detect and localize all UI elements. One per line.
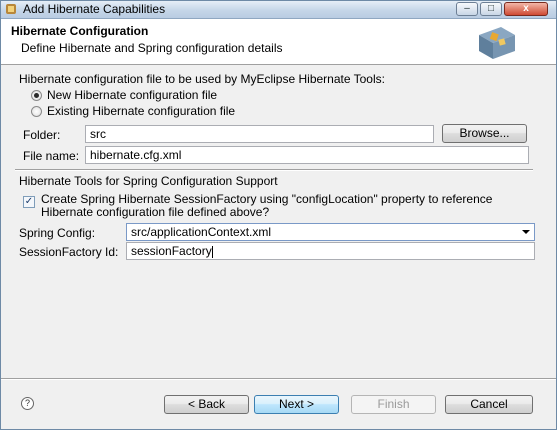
hibernate-app-icon (6, 4, 16, 14)
title-bar[interactable]: Add Hibernate Capabilities – □ x (1, 1, 556, 19)
wizard-window: Add Hibernate Capabilities – □ x Hiberna… (0, 0, 557, 430)
sessionfactory-id-label: SessionFactory Id: (19, 245, 119, 259)
spring-config-select[interactable]: src/applicationContext.xml (126, 223, 535, 241)
spring-config-label: Spring Config: (19, 226, 96, 240)
footer-divider (1, 378, 556, 380)
close-button[interactable]: x (504, 2, 548, 16)
window-title: Add Hibernate Capabilities (23, 2, 166, 16)
wizard-header: Hibernate Configuration Define Hibernate… (1, 19, 556, 65)
new-config-label[interactable]: New Hibernate configuration file (47, 88, 217, 102)
page-description: Define Hibernate and Spring configuratio… (21, 41, 283, 55)
existing-config-radio[interactable] (31, 106, 42, 117)
folder-input[interactable]: src (85, 125, 434, 143)
cancel-button[interactable]: Cancel (445, 395, 533, 414)
config-file-section-label: Hibernate configuration file to be used … (19, 72, 385, 86)
existing-config-label[interactable]: Existing Hibernate configuration file (47, 104, 235, 118)
spring-checkbox-label-line1[interactable]: Create Spring Hibernate SessionFactory u… (41, 192, 492, 206)
section-divider (15, 169, 533, 171)
spring-section-label: Hibernate Tools for Spring Configuration… (19, 174, 278, 188)
maximize-button[interactable]: □ (480, 2, 502, 16)
sessionfactory-id-value: sessionFactory (131, 244, 212, 258)
filename-label: File name: (23, 149, 80, 163)
text-cursor (211, 245, 213, 258)
next-button[interactable]: Next > (254, 395, 339, 414)
spring-checkbox-label-line2[interactable]: Hibernate configuration file defined abo… (41, 205, 269, 219)
folder-label: Folder: (23, 128, 61, 142)
filename-input[interactable]: hibernate.cfg.xml (85, 146, 529, 164)
back-button[interactable]: < Back (164, 395, 249, 414)
minimize-button[interactable]: – (456, 2, 478, 16)
spring-config-value: src/applicationContext.xml (131, 225, 272, 239)
wizard-banner-icon (479, 27, 515, 59)
help-icon[interactable]: ? (21, 397, 34, 410)
chevron-down-icon[interactable] (522, 230, 530, 234)
new-config-radio[interactable] (31, 90, 42, 101)
sessionfactory-id-input[interactable]: sessionFactory (126, 242, 535, 260)
finish-button[interactable]: Finish (351, 395, 436, 414)
browse-button[interactable]: Browse... (442, 124, 527, 143)
wizard-body: Hibernate configuration file to be used … (1, 65, 556, 378)
page-title: Hibernate Configuration (11, 24, 149, 38)
spring-sessionfactory-checkbox[interactable]: ✓ (23, 196, 35, 208)
